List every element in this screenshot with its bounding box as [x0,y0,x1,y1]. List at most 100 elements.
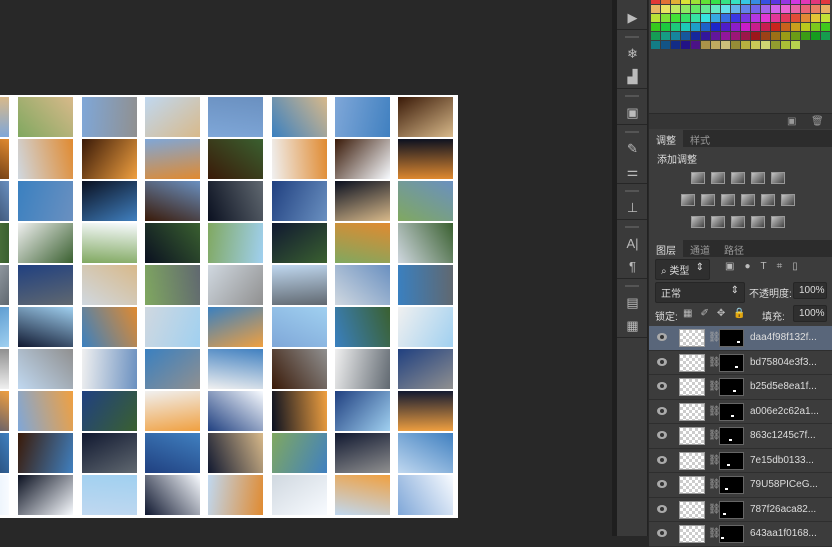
color-swatch[interactable] [751,5,760,13]
trash-icon[interactable]: 🗑 [811,116,824,127]
color-swatch[interactable] [811,0,820,4]
color-swatch[interactable] [781,14,790,22]
color-swatch[interactable] [731,23,740,31]
tab-channels[interactable]: 通道 [683,240,717,257]
color-swatch[interactable] [811,14,820,22]
color-swatch[interactable] [801,14,810,22]
tab-layers[interactable]: 图层 [649,240,683,257]
color-swatch[interactable] [741,23,750,31]
color-swatch[interactable] [671,23,680,31]
color-balance-icon[interactable] [701,194,715,206]
color-swatch[interactable] [721,32,730,40]
color-swatch[interactable] [721,0,730,4]
color-swatch[interactable] [741,5,750,13]
color-swatch[interactable] [721,23,730,31]
color-swatch[interactable] [661,32,670,40]
stamp-icon[interactable]: ⊥ [617,196,648,219]
layer-filter-select[interactable]: ⌕ 类型 ⇕ [655,259,710,280]
color-swatch[interactable] [711,23,720,31]
color-swatch[interactable] [731,5,740,13]
levels-icon[interactable] [711,172,725,184]
layer-mask-thumbnail[interactable] [719,427,744,445]
color-swatch[interactable] [701,0,710,4]
color-swatch[interactable] [821,0,830,4]
layer-name[interactable]: daa4f98f132f... [750,332,817,343]
color-swatch[interactable] [701,5,710,13]
color-swatch[interactable] [821,5,830,13]
layer-mask-thumbnail[interactable] [719,353,744,372]
layer-mask-thumbnail[interactable] [719,525,744,543]
color-swatch[interactable] [731,14,740,22]
color-swatch[interactable] [771,0,780,4]
lock-icons[interactable]: ▦✐✥🔒 [683,308,754,319]
color-swatch[interactable] [731,41,740,49]
paragraph-icon[interactable]: ¶ [617,255,648,278]
color-swatch[interactable] [761,0,770,4]
color-swatch[interactable] [761,14,770,22]
blend-mode-select[interactable]: 正常 ⇕ [655,282,745,303]
layer-row[interactable]: ⛓ 79U58PICeG... [649,473,832,498]
color-swatch[interactable] [751,14,760,22]
color-swatch[interactable] [741,0,750,4]
color-swatch[interactable] [771,32,780,40]
color-swatch[interactable] [671,5,680,13]
color-swatch[interactable] [681,5,690,13]
brushes-icon[interactable]: ✎ [617,137,648,160]
color-swatch[interactable] [761,23,770,31]
color-swatch[interactable] [671,14,680,22]
color-swatch[interactable] [781,32,790,40]
color-swatch[interactable] [681,23,690,31]
exposure-icon[interactable] [751,172,765,184]
layer-row[interactable]: ⛓ 643aa1f0168... [649,522,832,547]
color-swatch[interactable] [821,32,830,40]
new-swatch-icon[interactable]: ▣ [787,116,796,127]
layer-row[interactable]: ⛓ b25d5e8ea1f... [649,375,832,400]
eye-icon[interactable] [657,406,667,415]
color-swatch[interactable] [651,23,660,31]
color-swatch[interactable] [741,41,750,49]
layer-row[interactable]: ⛓ 787f26aca82... [649,497,832,522]
layer-row[interactable]: ⛓ daa4f98f132f... [649,326,832,351]
color-swatch[interactable] [711,41,720,49]
color-swatch[interactable] [771,5,780,13]
layer-name[interactable]: 7e15db0133... [750,455,814,466]
color-swatch[interactable] [791,32,800,40]
color-swatch[interactable] [811,23,820,31]
tab-styles[interactable]: 样式 [683,130,717,147]
layer-row[interactable]: ⛓ bd75804e3f3... [649,350,832,375]
color-swatch[interactable] [821,14,830,22]
color-swatch[interactable] [741,32,750,40]
color-swatch[interactable] [801,5,810,13]
doc-icon[interactable]: ▤ [617,291,648,314]
color-swatch[interactable] [721,14,730,22]
color-swatch[interactable] [721,41,730,49]
channel-mixer-icon[interactable] [761,194,775,206]
color-swatch[interactable] [751,41,760,49]
eye-icon[interactable] [657,504,667,513]
layer-mask-thumbnail[interactable] [719,378,744,396]
color-swatch[interactable] [791,41,800,49]
sliders-icon[interactable]: ⚌ [617,160,648,183]
tab-adjustments[interactable]: 调整 [649,130,683,147]
eye-icon[interactable] [657,357,667,366]
color-swatch[interactable] [691,41,700,49]
color-swatch[interactable] [791,5,800,13]
color-swatch[interactable] [751,23,760,31]
color-swatch[interactable] [681,0,690,4]
color-swatch[interactable] [651,41,660,49]
play-icon[interactable]: ▶ [617,6,648,29]
color-swatch[interactable] [821,23,830,31]
hue-saturation-icon[interactable] [681,194,695,206]
color-swatch[interactable] [761,32,770,40]
layer-name[interactable]: bd75804e3f3... [750,357,817,368]
color-swatch[interactable] [691,0,700,4]
color-swatch[interactable] [651,0,660,4]
color-swatch[interactable] [781,41,790,49]
layer-name[interactable]: 863c1245c7f... [750,430,816,441]
histogram-icon[interactable]: ▟ [617,65,648,88]
color-swatch[interactable] [671,41,680,49]
color-swatch[interactable] [671,0,680,4]
layer-mask-thumbnail[interactable] [719,329,744,347]
color-swatch[interactable] [661,5,670,13]
color-swatch[interactable] [771,41,780,49]
